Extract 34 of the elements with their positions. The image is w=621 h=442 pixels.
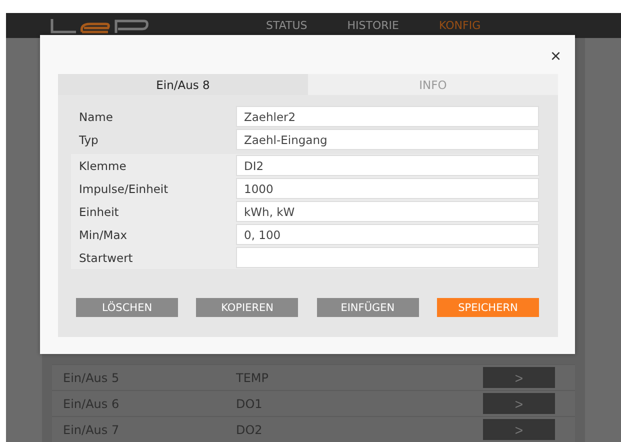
nav-link[interactable]: STATUS <box>266 19 308 32</box>
open-button[interactable]: > <box>483 393 555 414</box>
input-field[interactable]: kWh, kW <box>236 201 539 222</box>
input-field[interactable]: Zaehler2 <box>236 106 539 127</box>
field-label: Name <box>78 110 114 124</box>
field-label: Typ <box>78 132 100 146</box>
field-label: Impulse/Einheit <box>78 182 170 196</box>
action-button[interactable]: LÖSCHEN <box>76 298 178 317</box>
logo-icon <box>50 18 150 34</box>
tab[interactable]: INFO <box>308 74 558 95</box>
row-name: Ein/Aus 6 <box>62 396 120 410</box>
nav-link[interactable]: HISTORIE <box>347 19 399 32</box>
row-type: DO1 <box>235 396 264 410</box>
row-type: DO2 <box>235 422 264 436</box>
input-field[interactable]: 1000 <box>236 178 539 199</box>
nav-link[interactable]: KONFIG <box>439 19 481 32</box>
open-button[interactable]: > <box>483 367 555 388</box>
input-field[interactable]: DI2 <box>236 155 539 176</box>
input-field[interactable] <box>236 247 539 268</box>
row-name: Ein/Aus 5 <box>62 370 120 384</box>
action-button[interactable]: KOPIEREN <box>196 298 298 317</box>
input-field[interactable]: Zaehl-Eingang <box>236 129 539 150</box>
tab[interactable]: Ein/Aus 8 <box>58 74 308 95</box>
action-button[interactable]: EINFÜGEN <box>316 298 419 317</box>
close-button[interactable]: × <box>550 47 561 65</box>
field-label: Klemme <box>78 158 128 172</box>
open-button[interactable]: > <box>483 419 555 440</box>
row-type: TEMP <box>235 370 270 384</box>
field-label: Min/Max <box>78 228 128 242</box>
field-label: Startwert <box>78 250 134 264</box>
save-button[interactable]: SPEICHERN <box>436 298 539 317</box>
field-label: Einheit <box>78 204 120 218</box>
input-field[interactable]: 0, 100 <box>236 224 539 245</box>
row-name: Ein/Aus 7 <box>62 422 120 436</box>
